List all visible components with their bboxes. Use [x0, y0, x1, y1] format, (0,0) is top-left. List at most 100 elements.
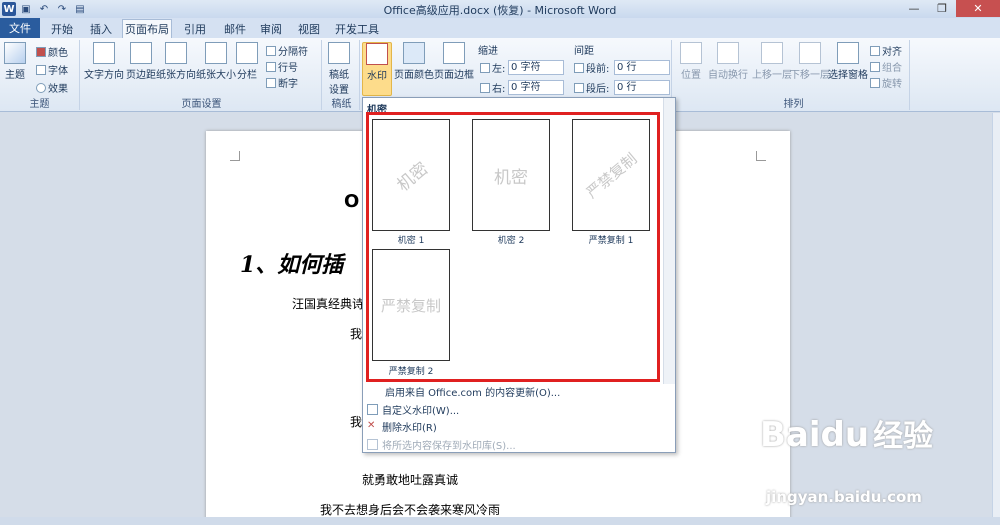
fonts-button[interactable]: 字体 — [36, 62, 68, 77]
columns-icon — [236, 42, 258, 64]
doc-line: 我不去想身后会不会袭来寒风冷雨 — [320, 503, 501, 517]
indent-right-input[interactable]: 0 字符 — [508, 80, 564, 95]
corner-mark — [230, 151, 240, 161]
watermark-gallery: 机密 机密 机密 1 机密 机密 2 严禁复制 严禁复制 1 严禁复制 严禁复制… — [362, 97, 676, 453]
spacing-before-label: 段前: — [574, 60, 609, 75]
watermark-do-not-copy-1[interactable]: 严禁复制 — [572, 119, 650, 231]
line-numbers-button[interactable]: 行号 — [266, 59, 298, 74]
minimize-icon[interactable]: — — [900, 0, 928, 17]
menu-remove-watermark[interactable]: ✕ 删除水印(R) — [367, 419, 437, 435]
menu-office-updates[interactable]: 启用来自 Office.com 的内容更新(O)... — [385, 384, 560, 399]
margins-icon — [130, 42, 152, 64]
menu-save-to-gallery[interactable]: 将所选内容保存到水印库(S)... — [367, 437, 516, 452]
group-manuscript: 稿纸 设置 稿纸 — [324, 40, 360, 110]
align-button[interactable]: 对齐 — [870, 43, 902, 58]
save-selection-icon — [367, 439, 378, 450]
page-borders-icon — [443, 42, 465, 64]
breaks-icon — [266, 45, 276, 56]
window-title: Office高级应用.docx (恢复) - Microsoft Word — [383, 4, 617, 17]
watermark-text: 机密 — [494, 167, 528, 188]
doc-line: 汪国真经典诗 — [292, 297, 365, 311]
watermark-confidential-2[interactable]: 机密 — [472, 119, 550, 231]
vertical-scrollbar[interactable] — [992, 113, 1000, 517]
close-icon[interactable]: ✕ — [956, 0, 1000, 17]
title-bar: W ▣ ↶ ↷ ▤ Office高级应用.docx (恢复) - Microso… — [0, 0, 1000, 18]
custom-watermark-icon — [367, 404, 378, 415]
ribbon-tabs: 文件 开始 插入 页面布局 引用 邮件 审阅 视图 开发工具 — [0, 18, 1000, 38]
indent-right-icon — [480, 82, 490, 93]
orientation-button[interactable]: 纸张方向 — [156, 42, 196, 81]
spacing-after-input[interactable]: 0 行 — [614, 80, 670, 95]
themes-icon — [4, 42, 26, 64]
indent-left-icon — [480, 62, 490, 73]
fonts-icon — [36, 64, 46, 75]
hyphenation-button[interactable]: 断字 — [266, 75, 298, 90]
group-arrange: 位置 自动换行 上移一层 下移一层 选择窗格 对齐 组合 旋转 排列 — [678, 40, 910, 110]
spacing-after-label: 段后: — [574, 80, 609, 95]
send-backward-button[interactable]: 下移一层 — [790, 42, 830, 81]
tab-home[interactable]: 开始 — [42, 19, 82, 38]
tab-page-layout[interactable]: 页面布局 — [122, 19, 172, 38]
rotate-button[interactable]: 旋转 — [870, 75, 902, 90]
bring-forward-icon — [761, 42, 783, 64]
selection-pane-button[interactable]: 选择窗格 — [828, 42, 868, 81]
hyphenation-icon — [266, 77, 276, 88]
breaks-button[interactable]: 分隔符 — [266, 43, 308, 58]
group-label-theme: 主题 — [29, 99, 50, 110]
baidu-brand: Baidu — [760, 415, 870, 455]
columns-button[interactable]: 分栏 — [236, 42, 258, 81]
group-icon — [870, 61, 880, 72]
page-borders-button[interactable]: 页面边框 — [434, 42, 474, 81]
margins-button[interactable]: 页边距 — [126, 42, 156, 81]
status-bar — [0, 517, 1000, 525]
watermark-label: 严禁复制 1 — [588, 236, 634, 246]
jingyan-url: jingyan.baidu.com — [766, 488, 922, 506]
tab-references[interactable]: 引用 — [176, 19, 214, 38]
send-backward-icon — [799, 42, 821, 64]
wrap-text-button[interactable]: 自动换行 — [708, 42, 748, 81]
text-direction-button[interactable]: 文字方向 — [84, 42, 124, 81]
tab-review[interactable]: 审阅 — [252, 19, 290, 38]
tab-developer[interactable]: 开发工具 — [330, 19, 384, 38]
gallery-scrollbar[interactable] — [663, 98, 675, 384]
doc-line: 我 — [350, 415, 363, 429]
colors-button[interactable]: 颜色 — [36, 44, 68, 59]
themes-button[interactable]: 主题 — [4, 42, 26, 81]
doc-line: 就勇敢地吐露真诚 — [362, 473, 459, 487]
watermark-button[interactable]: 水印 — [362, 42, 392, 96]
doc-line: 我 — [350, 327, 363, 341]
group-page-setup: 文字方向 页边距 纸张方向 纸张大小 分栏 分隔符 行号 断字 页面设置 — [82, 40, 322, 110]
jingyan-brand: 经验 — [873, 419, 934, 454]
spacing-before-input[interactable]: 0 行 — [614, 60, 670, 75]
tab-file[interactable]: 文件 — [0, 18, 40, 38]
tab-view[interactable]: 视图 — [290, 19, 328, 38]
indent-left-input[interactable]: 0 字符 — [508, 60, 564, 75]
restore-icon[interactable]: ❐ — [928, 0, 956, 17]
indent-left-label: 左: — [480, 60, 505, 75]
manuscript-settings-button[interactable]: 稿纸 设置 — [328, 42, 350, 96]
tab-mailings[interactable]: 邮件 — [216, 19, 254, 38]
menu-custom-watermark[interactable]: 自定义水印(W)... — [367, 402, 459, 417]
group-objects-button[interactable]: 组合 — [870, 59, 902, 74]
spacing-label: 间距 — [574, 46, 594, 57]
watermark-text: 严禁复制 — [582, 149, 641, 202]
wrap-text-icon — [717, 42, 739, 64]
window-controls: — ❐ ✕ — [900, 0, 1000, 17]
position-button[interactable]: 位置 — [680, 42, 702, 81]
tab-insert[interactable]: 插入 — [82, 19, 120, 38]
line-numbers-icon — [266, 61, 276, 72]
colors-icon — [36, 46, 46, 57]
page-color-button[interactable]: 页面颜色 — [394, 42, 434, 81]
corner-mark — [756, 151, 766, 161]
effects-button[interactable]: 效果 — [36, 80, 68, 95]
indent-label: 缩进 — [478, 46, 498, 57]
manuscript-icon — [328, 42, 350, 64]
watermark-confidential-1[interactable]: 机密 — [372, 119, 450, 231]
paper-size-icon — [205, 42, 227, 64]
remove-watermark-icon: ✕ — [367, 420, 376, 431]
watermark-do-not-copy-2[interactable]: 严禁复制 — [372, 249, 450, 361]
effects-icon — [36, 82, 46, 93]
bring-forward-button[interactable]: 上移一层 — [752, 42, 792, 81]
size-button[interactable]: 纸张大小 — [196, 42, 236, 81]
watermark-text: 机密 — [393, 158, 433, 196]
